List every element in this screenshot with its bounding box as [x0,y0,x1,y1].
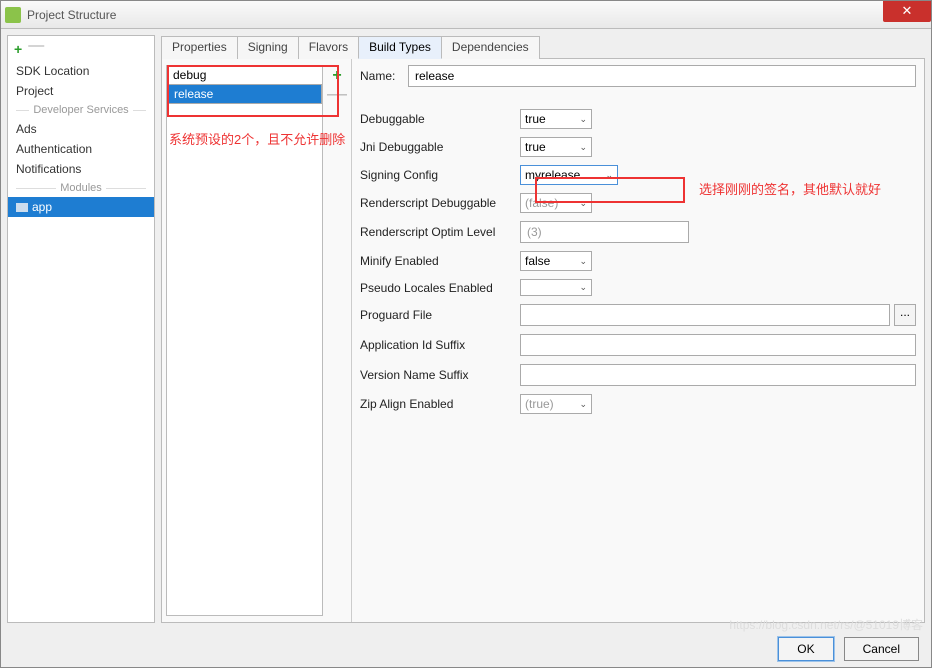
watermark: https://blog.csdn.net/rs/@51019博客 [729,616,923,633]
input-proguard-file[interactable] [520,304,890,326]
label-minify-enabled: Minify Enabled [360,254,520,268]
sidebar-head-modules: Modules [8,179,154,197]
label-signing-config: Signing Config [360,168,520,182]
select-renderscript-debuggable[interactable]: (false)⌄ [520,193,592,213]
sidebar-item-auth[interactable]: Authentication [8,139,154,159]
remove-build-type-icon: — [327,89,347,99]
chevron-down-icon: ⌄ [605,170,613,181]
close-button[interactable]: ✕ [883,1,931,22]
input-version-name-suffix[interactable] [520,364,916,386]
input-renderscript-optim-level[interactable] [520,221,689,243]
select-jni-debuggable[interactable]: true⌄ [520,137,592,157]
select-minify-enabled[interactable]: false⌄ [520,251,592,271]
sidebar-item-app[interactable]: app [8,197,154,217]
label-application-id-suffix: Application Id Suffix [360,338,520,352]
tab-flavors[interactable]: Flavors [298,36,359,59]
remove-module-icon: — [28,41,44,57]
label-jni-debuggable: Jni Debuggable [360,140,520,154]
label-zip-align-enabled: Zip Align Enabled [360,397,520,411]
window-title: Project Structure [27,8,116,22]
label-debuggable: Debuggable [360,112,520,126]
label-proguard-file: Proguard File [360,308,520,322]
name-label: Name: [360,69,408,83]
sidebar-item-project[interactable]: Project [8,81,154,101]
tab-dependencies[interactable]: Dependencies [441,36,540,59]
tabbar: PropertiesSigningFlavorsBuild TypesDepen… [161,35,925,59]
build-type-release[interactable]: release [167,84,322,104]
select-zip-align-enabled[interactable]: (true)⌄ [520,394,592,414]
sidebar-head-services: Developer Services [8,101,154,119]
annotation-text-1: 系统预设的2个，且不允许删除 [169,129,345,148]
sidebar-item-notif[interactable]: Notifications [8,159,154,179]
select-pseudo-locales-enabled[interactable]: ⌄ [520,279,592,296]
window-titlebar: Project Structure ✕ [1,1,931,29]
chevron-down-icon: ⌄ [579,114,587,125]
tab-build-types[interactable]: Build Types [358,36,442,59]
left-sidebar: + — SDK Location Project Developer Servi… [7,35,155,623]
tab-properties[interactable]: Properties [161,36,238,59]
browse-button[interactable]: ... [894,304,916,326]
app-icon [5,7,21,23]
sidebar-item-ads[interactable]: Ads [8,119,154,139]
annotation-text-2: 选择刚刚的签名，其他默认就好 [699,179,881,198]
folder-icon [16,203,28,212]
label-renderscript-optim-level: Renderscript Optim Level [360,225,520,239]
label-pseudo-locales-enabled: Pseudo Locales Enabled [360,281,520,295]
sidebar-item-sdk[interactable]: SDK Location [8,61,154,81]
label-renderscript-debuggable: Renderscript Debuggable [360,196,520,210]
tab-signing[interactable]: Signing [237,36,299,59]
input-application-id-suffix[interactable] [520,334,916,356]
chevron-down-icon: ⌄ [579,282,587,293]
properties-panel: Name: Debuggabletrue⌄Jni Debuggabletrue⌄… [352,59,924,622]
name-field[interactable] [408,65,916,87]
select-debuggable[interactable]: true⌄ [520,109,592,129]
add-module-icon[interactable]: + [14,41,22,57]
chevron-down-icon: ⌄ [579,198,587,209]
chevron-down-icon: ⌄ [579,399,587,410]
cancel-button[interactable]: Cancel [844,637,919,661]
build-type-debug[interactable]: debug [167,66,322,84]
ok-button[interactable]: OK [778,637,833,661]
chevron-down-icon: ⌄ [579,142,587,153]
sidebar-module-label: app [32,200,52,214]
label-version-name-suffix: Version Name Suffix [360,368,520,382]
chevron-down-icon: ⌄ [579,256,587,267]
select-signing-config[interactable]: myrelease⌄ [520,165,618,185]
